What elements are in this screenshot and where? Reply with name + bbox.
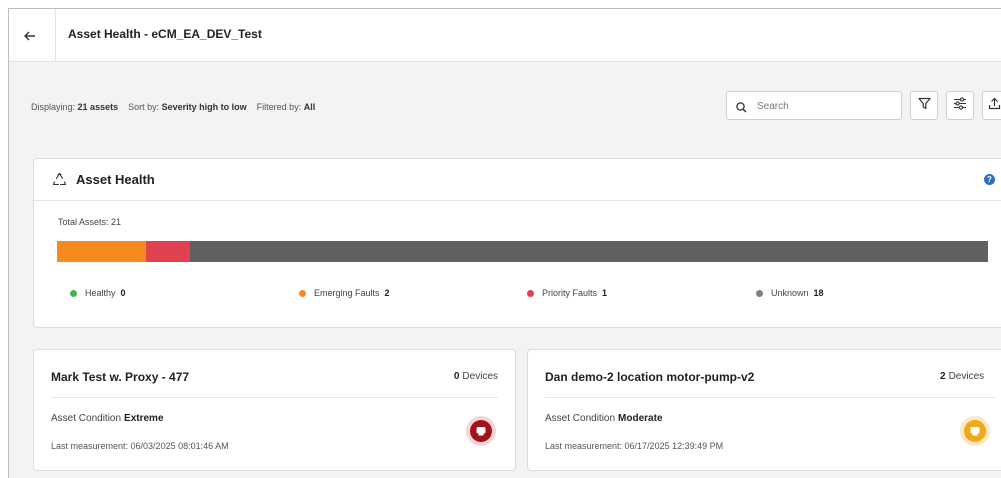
sliders-button[interactable]: [946, 91, 974, 120]
legend-count: 2: [384, 288, 390, 298]
displaying-value: 21 assets: [77, 102, 119, 112]
legend-label: Emerging Faults: [314, 288, 380, 298]
app-frame: Asset Health - eCM_EA_DEV_Test Displayin…: [8, 8, 1001, 478]
bar-segment-priority-faults[interactable]: [145, 241, 190, 262]
legend-emerging-faults[interactable]: Emerging Faults 2: [299, 288, 390, 298]
arrow-left-icon[interactable]: [21, 27, 39, 45]
filter-button[interactable]: [910, 91, 938, 120]
bar-segment-unknown[interactable]: [189, 241, 988, 262]
devices-number: 0: [453, 371, 460, 382]
divider: [51, 397, 498, 398]
divider: [545, 397, 995, 398]
divider: [55, 9, 56, 62]
priority-faults-dot: [527, 289, 534, 297]
search-input[interactable]: [757, 97, 892, 115]
search-box[interactable]: [726, 91, 902, 120]
sort-label: Sort by:: [128, 102, 160, 112]
legend-count: 0: [120, 288, 126, 298]
sliders-icon: [953, 96, 967, 115]
asset-card[interactable]: Mark Test w. Proxy - 477 0 Devices Asset …: [33, 349, 516, 471]
condition-label: Asset Condition: [545, 413, 616, 424]
unknown-dot: [756, 289, 763, 297]
asset-condition: Asset Condition Extreme: [51, 413, 164, 424]
export-icon: [988, 97, 1001, 115]
motor-icon: [470, 420, 492, 442]
asset-health-panel: Asset Health ? Total Assets: 21 Healthy …: [33, 158, 1001, 328]
export-button[interactable]: [982, 91, 1001, 120]
legend-unknown[interactable]: Unknown 18: [756, 288, 824, 298]
last-measurement: Last measurement: 06/03/2025 08:01:46 AM: [51, 441, 229, 451]
panel-header: Asset Health ?: [34, 159, 1001, 201]
emerging-faults-dot: [299, 289, 306, 297]
legend-label: Healthy: [85, 288, 116, 298]
panel-title: Asset Health: [76, 172, 155, 187]
status-indicator: [960, 416, 990, 446]
health-distribution-bar: [57, 241, 988, 262]
condition-label: Asset Condition: [51, 413, 122, 424]
condition-value: Moderate: [618, 413, 663, 424]
legend-label: Priority Faults: [542, 288, 598, 298]
filter-label: Filtered by:: [256, 102, 302, 112]
sort-value[interactable]: Severity high to low: [162, 102, 247, 112]
bar-segment-emerging-faults[interactable]: [57, 241, 146, 262]
device-count: 2 Devices: [940, 371, 984, 382]
legend-count: 18: [813, 288, 824, 298]
filter-value[interactable]: All: [304, 102, 316, 112]
page-title: Asset Health - eCM_EA_DEV_Test: [68, 27, 262, 41]
last-measurement: Last measurement: 06/17/2025 12:39:49 PM: [545, 441, 724, 451]
total-assets: Total Assets: 21: [58, 217, 122, 227]
legend-count: 1: [602, 288, 608, 298]
legend-healthy[interactable]: Healthy 0: [70, 288, 126, 298]
asset-name[interactable]: Dan demo-2 location motor-pump-v2: [545, 370, 754, 384]
devices-label: Devices: [948, 371, 985, 382]
help-icon[interactable]: ?: [984, 174, 995, 185]
motor-icon: [964, 420, 986, 442]
filter-icon: [917, 97, 931, 115]
healthy-dot: [70, 289, 77, 297]
status-indicator: [466, 416, 496, 446]
asset-condition: Asset Condition Moderate: [545, 413, 663, 424]
device-count: 0 Devices: [454, 371, 498, 382]
search-icon: [736, 100, 747, 118]
devices-number: 2: [940, 371, 946, 382]
displaying-label: Displaying:: [31, 102, 76, 112]
asset-card[interactable]: Dan demo-2 location motor-pump-v2 2 Devic…: [527, 349, 1001, 471]
legend-priority-faults[interactable]: Priority Faults 1: [527, 288, 607, 298]
top-bar: Asset Health - eCM_EA_DEV_Test: [9, 9, 1001, 62]
legend-label: Unknown: [771, 288, 809, 298]
results-summary: Displaying: 21 assets Sort by: Severity …: [31, 102, 315, 112]
recycle-icon: [52, 172, 67, 192]
devices-label: Devices: [462, 371, 498, 382]
condition-value: Extreme: [124, 413, 164, 424]
asset-name[interactable]: Mark Test w. Proxy - 477: [51, 370, 189, 384]
